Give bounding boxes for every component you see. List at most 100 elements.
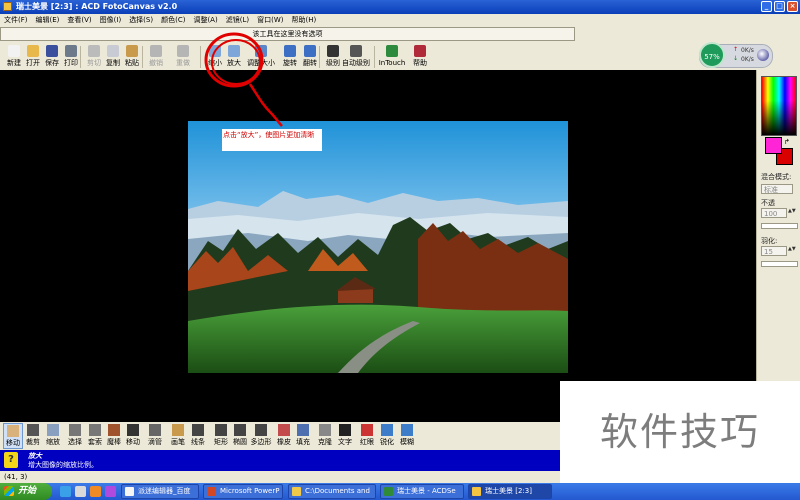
- zoom-in-icon: [228, 45, 240, 57]
- tool-clone[interactable]: 克隆: [315, 423, 335, 449]
- cut-icon: [88, 45, 100, 57]
- tool-select[interactable]: 选择: [65, 423, 85, 449]
- orb-icon: [757, 49, 769, 61]
- tutorial-callout: 点击“放大”，使图片更加清晰: [222, 129, 322, 151]
- blend-mode-label: 混合模式:: [761, 173, 792, 181]
- ie-quicklaunch-icon[interactable]: [60, 486, 71, 497]
- sharpen-icon: [381, 424, 393, 436]
- menu-color[interactable]: 颜色(C): [157, 14, 189, 27]
- rotate-button[interactable]: 旋转: [279, 44, 301, 70]
- flip-button[interactable]: 翻转: [299, 44, 321, 70]
- taskbar-item-acdsee[interactable]: 瑞士美景 - ACDSe: [380, 484, 464, 499]
- clone-stamp-icon: [319, 424, 331, 436]
- main-toolbar: 新建 打开 保存 打印 剪切 复制 粘贴 撤销 重做 缩小 放大 调整大小 旋转…: [0, 42, 800, 71]
- copy-icon: [107, 45, 119, 57]
- tool-rectangle[interactable]: 矩形: [211, 423, 231, 449]
- tool-line[interactable]: 线条: [188, 423, 208, 449]
- folder-task-icon: [292, 487, 301, 496]
- tool-options-bar: 该工具在这里没有选项: [0, 27, 800, 43]
- landscape-photo[interactable]: [188, 121, 568, 373]
- taskbar-item-browser[interactable]: 派迷编辑器_百度: [121, 484, 199, 499]
- tool-polygon[interactable]: 多边形: [250, 423, 272, 449]
- magic-wand-icon: [108, 424, 120, 436]
- tool-fill[interactable]: 填充: [293, 423, 313, 449]
- tool-crop[interactable]: 裁剪: [23, 423, 43, 449]
- tool-lasso[interactable]: 套索: [85, 423, 105, 449]
- hand-icon: [7, 425, 19, 437]
- tool-text[interactable]: 文字: [335, 423, 355, 449]
- acdsee-task-icon: [384, 487, 393, 496]
- menu-adjust[interactable]: 调整(A): [189, 14, 221, 27]
- media-quicklaunch-icon[interactable]: [90, 486, 101, 497]
- opacity-slider[interactable]: [761, 223, 798, 229]
- tool-sharpen[interactable]: 锐化: [377, 423, 397, 449]
- gauge-percent: 57%: [699, 42, 725, 68]
- feather-field[interactable]: 15: [761, 246, 787, 256]
- opacity-field[interactable]: 100: [761, 208, 787, 218]
- paste-button[interactable]: 粘贴: [121, 44, 143, 70]
- help-button[interactable]: 帮助: [409, 44, 431, 70]
- tools-palette: 移动 裁剪 缩放 选择 套索 魔棒 移动 滴管 画笔 线条 矩形 椭圆 多边形 …: [0, 422, 565, 450]
- taskbar-item-powerpoint[interactable]: Microsoft PowerP: [203, 484, 283, 499]
- print-button[interactable]: 打印: [60, 44, 82, 70]
- flip-icon: [304, 45, 316, 57]
- start-button[interactable]: 开始: [0, 483, 52, 500]
- resize-button[interactable]: 调整大小: [245, 44, 277, 70]
- red-eye-icon: [361, 424, 373, 436]
- tool-move-hand[interactable]: 移动: [3, 423, 23, 449]
- menu-image[interactable]: 图像(I): [96, 14, 126, 27]
- close-button[interactable]: ×: [787, 1, 798, 12]
- foreground-color-swatch[interactable]: [765, 137, 782, 154]
- tool-eyedropper[interactable]: 滴管: [145, 423, 165, 449]
- zoom-in-button[interactable]: 放大: [223, 44, 245, 70]
- blend-mode-select[interactable]: 标准: [761, 184, 793, 194]
- tool-eraser[interactable]: 橡皮: [274, 423, 294, 449]
- menu-filter[interactable]: 滤镜(L): [222, 14, 253, 27]
- minimize-button[interactable]: _: [761, 1, 772, 12]
- auto-levels-button[interactable]: 自动级别: [341, 44, 371, 70]
- tool-blur[interactable]: 模糊: [397, 423, 417, 449]
- menu-edit[interactable]: 编辑(E): [32, 14, 64, 27]
- resize-icon: [255, 45, 267, 57]
- taskbar-item-explorer[interactable]: C:\Documents and: [288, 484, 376, 499]
- line-icon: [192, 424, 204, 436]
- feather-spinner-icon[interactable]: ▲▼: [788, 246, 796, 252]
- move-cross-icon: [127, 424, 139, 436]
- maximize-button[interactable]: □: [774, 1, 785, 12]
- desktop-quicklaunch-icon[interactable]: [75, 486, 86, 497]
- tool-brush[interactable]: 画笔: [168, 423, 188, 449]
- tool-red-eye[interactable]: 红眼: [357, 423, 377, 449]
- tool-ellipse[interactable]: 椭圆: [230, 423, 250, 449]
- opacity-spinner-icon[interactable]: ▲▼: [788, 208, 796, 214]
- tool-move[interactable]: 移动: [123, 423, 143, 449]
- menu-file[interactable]: 文件(F): [0, 14, 32, 27]
- color-picker[interactable]: [761, 76, 797, 136]
- taskbar-item-fotocanvas[interactable]: 瑞士美景 [2:3]: [468, 484, 552, 499]
- brush-icon: [172, 424, 184, 436]
- intouch-globe-icon: [386, 45, 398, 57]
- ellipse-icon: [234, 424, 246, 436]
- undo-button[interactable]: 撤销: [145, 44, 167, 70]
- start-label: 开始: [18, 486, 37, 496]
- cursor-coordinates: (41, 3): [0, 471, 565, 483]
- app-icon: [3, 2, 12, 11]
- window-title: 瑞士美景 [2:3] : ACD FotoCanvas v2.0: [16, 2, 178, 11]
- swap-colors-icon[interactable]: ↱: [784, 138, 790, 146]
- menu-window[interactable]: 窗口(W): [253, 14, 287, 27]
- menu-view[interactable]: 查看(V): [63, 14, 95, 27]
- tool-magic-wand[interactable]: 魔棒: [104, 423, 124, 449]
- new-icon: [8, 45, 20, 57]
- toolbar-separator: [319, 46, 320, 68]
- redo-icon: [177, 45, 189, 57]
- app-quicklaunch-icon[interactable]: [105, 486, 116, 497]
- tool-zoom[interactable]: 缩放: [43, 423, 63, 449]
- windows-taskbar: 开始 派迷编辑器_百度 Microsoft PowerP C:\Document…: [0, 483, 800, 500]
- menu-select[interactable]: 选择(S): [125, 14, 157, 27]
- toolbar-separator: [374, 46, 375, 68]
- menu-help[interactable]: 帮助(H): [287, 14, 320, 27]
- fotocanvas-task-icon: [472, 487, 481, 496]
- toolbar-separator: [200, 46, 201, 68]
- redo-button[interactable]: 重做: [172, 44, 194, 70]
- feather-slider[interactable]: [761, 261, 798, 267]
- intouch-button[interactable]: InTouch: [377, 44, 407, 70]
